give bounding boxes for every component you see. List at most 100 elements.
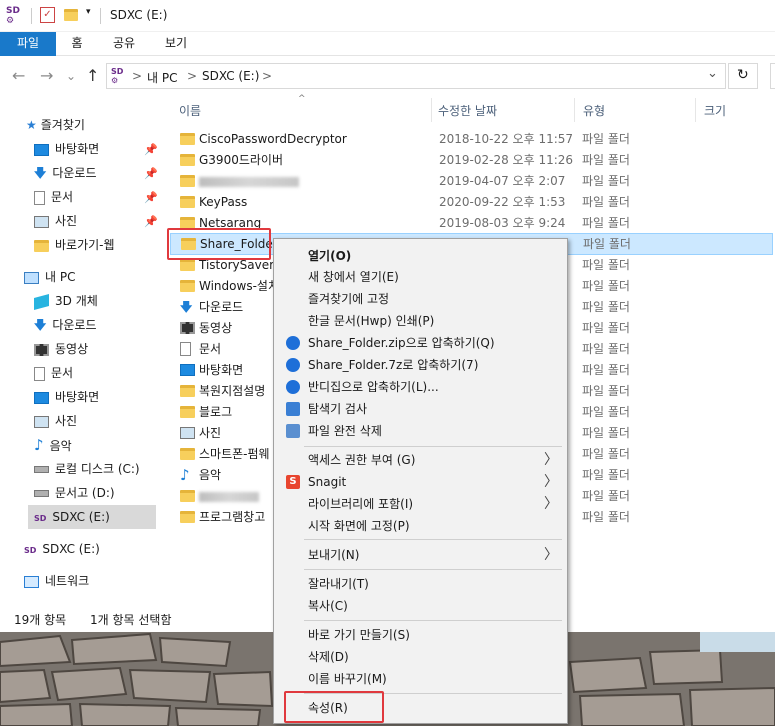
sidebar-item-drive-c[interactable]: 로컬 디스크 (C:) [34,457,140,481]
new-folder-quick-icon[interactable] [64,9,78,21]
sidebar-item-documents-pc[interactable]: 문서 [34,361,73,385]
file-type: 파일 폴더 [583,237,631,251]
breadcrumb-sep: > [132,69,143,83]
file-type: 파일 폴더 [582,300,630,314]
sidebar-item-drive-e[interactable]: SD SDXC (E:) [28,505,156,529]
menu-item-pin-quick-access[interactable]: 즐겨찾기에 고정 [308,289,389,309]
file-type: 파일 폴더 [582,279,630,293]
menu-item-compress-zip[interactable]: Share_Folder.zip으로 압축하기(Q) [308,333,495,353]
breadcrumb-sdxc[interactable]: SDXC (E:) [202,69,259,83]
download-icon: 🡇 [34,166,47,180]
sidebar-item-label: 다운로드 [52,166,97,180]
search-input[interactable] [770,63,775,89]
sidebar-item-desktop[interactable]: 바탕화면 [34,137,99,161]
sidebar-network[interactable]: 네트워크 [24,569,89,593]
video-icon [34,343,49,356]
forward-button[interactable]: → [40,66,53,86]
file-type: 파일 폴더 [582,489,630,503]
star-icon: ★ [26,118,37,132]
folder-icon [180,196,195,208]
up-button[interactable]: ↑ [86,66,99,86]
breadcrumb-this-pc[interactable]: 내 PC [147,69,177,86]
sidebar-item-label: 로컬 디스크 (C:) [55,462,140,476]
address-history-chevron-icon[interactable]: ⌄ [707,66,718,81]
title-bar: SD ⚙ ✓ ▾ SDXC (E:) [0,0,775,32]
sidebar-item-music[interactable]: ♪ 음악 [34,433,72,457]
menu-item-open-new-window[interactable]: 새 창에서 열기(E) [308,267,399,287]
picture-icon [34,215,49,228]
status-item-count: 19개 항목 [14,613,67,627]
tab-view[interactable]: 보기 [156,32,196,56]
file-type: 파일 폴더 [582,321,630,335]
folder-icon [180,406,195,418]
menu-item-pin-start[interactable]: 시작 화면에 고정(P) [308,516,410,536]
ribbon: 파일 홈 공유 보기 [0,32,775,56]
tab-file[interactable]: 파일 [0,32,56,56]
sidebar-item-desktop-pc[interactable]: 바탕화면 [34,385,99,409]
column-header-modified[interactable]: 수정한 날짜 [438,102,497,119]
bandizip-icon [286,358,300,372]
menu-item-copy[interactable]: 복사(C) [308,596,348,616]
column-header-type[interactable]: 유형 [583,102,605,119]
sidebar-quick-access[interactable]: ★ 즐겨찾기 [26,113,85,137]
sidebar-item-label: 문서 [51,366,74,380]
file-name: Windows-설치 [199,279,279,293]
address-bar[interactable]: SD ⚙ > 내 PC > SDXC (E:) > ⌄ [106,63,726,89]
sidebar-item-downloads[interactable]: 🡇 다운로드 [34,161,97,185]
sidebar-this-pc[interactable]: 내 PC [24,265,75,289]
sidebar-item-label: 사진 [55,414,78,428]
recent-locations-button[interactable]: ⌄ [66,66,76,86]
sidebar-item-3d-objects[interactable]: 3D 개체 [34,289,98,313]
menu-item-delete[interactable]: 삭제(D) [308,647,349,667]
menu-separator [304,446,562,447]
menu-item-rename[interactable]: 이름 바꾸기(M) [308,669,387,689]
sidebar-item-videos[interactable]: 동영상 [34,337,88,361]
table-row[interactable]: G3900드라이버 2019-02-28 오후 11:26 파일 폴더 [170,150,773,171]
menu-item-secure-delete[interactable]: 파일 완전 삭제 [308,421,382,441]
sidebar-drive-sdxc[interactable]: SD SDXC (E:) [24,537,100,561]
menu-item-compress-bandizip[interactable]: 반디집으로 압축하기(L)... [308,377,439,397]
sidebar-item-label: 음악 [49,439,72,453]
menu-item-include-library[interactable]: 라이브러리에 포함(I) [308,494,413,514]
customize-qat-icon[interactable]: ▾ [86,7,91,17]
submenu-arrow-icon: 〉 [544,474,558,490]
menu-item-explorer-scan[interactable]: 탐색기 검사 [308,399,367,419]
menu-item-open[interactable]: 열기(O) [308,246,351,266]
submenu-arrow-icon: 〉 [544,452,558,468]
document-icon [180,342,191,356]
back-button[interactable]: ← [12,66,25,86]
file-type: 파일 폴더 [582,384,630,398]
menu-item-snagit[interactable]: Snagit [308,472,346,492]
menu-separator [304,569,562,570]
sidebar-item-web-shortcuts[interactable]: 바로가기-웹 [34,233,115,257]
file-type: 파일 폴더 [582,510,630,524]
refresh-button[interactable]: ↻ [728,63,758,89]
menu-item-compress-7z[interactable]: Share_Folder.7z로 압축하기(7) [308,355,478,375]
file-date: 2019-02-28 오후 11:26 [439,153,574,167]
tab-share[interactable]: 공유 [104,32,144,56]
file-name: 문서 [199,342,222,356]
menu-item-hwp-print[interactable]: 한글 문서(Hwp) 인쇄(P) [308,311,434,331]
sidebar-item-pictures-pc[interactable]: 사진 [34,409,77,433]
menu-item-cut[interactable]: 잘라내기(T) [308,574,369,594]
tab-home[interactable]: 홈 [60,32,94,56]
music-icon: ♪ [34,436,44,454]
sidebar-item-documents[interactable]: 문서 [34,185,73,209]
table-row[interactable]: 2019-04-07 오후 2:07 파일 폴더 [170,171,773,192]
column-header-size[interactable]: 크기 [704,102,726,119]
menu-item-create-shortcut[interactable]: 바로 가기 만들기(S) [308,625,410,645]
table-row[interactable]: CiscoPasswordDecryptor 2018-10-22 오후 11:5… [170,129,773,150]
file-type: 파일 폴더 [582,153,630,167]
file-type: 파일 폴더 [582,132,630,146]
sidebar-item-pictures[interactable]: 사진 [34,209,77,233]
sidebar-item-downloads-pc[interactable]: 🡇 다운로드 [34,313,97,337]
table-row[interactable]: KeyPass 2020-09-22 오후 1:53 파일 폴더 [170,192,773,213]
properties-quick-icon[interactable]: ✓ [40,7,55,23]
sd-card-icon: SD [24,546,37,555]
column-divider [431,98,432,122]
menu-item-send-to[interactable]: 보내기(N) [308,545,359,565]
sidebar-item-drive-d[interactable]: 문서고 (D:) [34,481,115,505]
folder-icon [180,280,195,292]
column-header-name[interactable]: 이름 [179,102,201,119]
menu-item-give-access[interactable]: 액세스 권한 부여 (G) [308,450,415,470]
